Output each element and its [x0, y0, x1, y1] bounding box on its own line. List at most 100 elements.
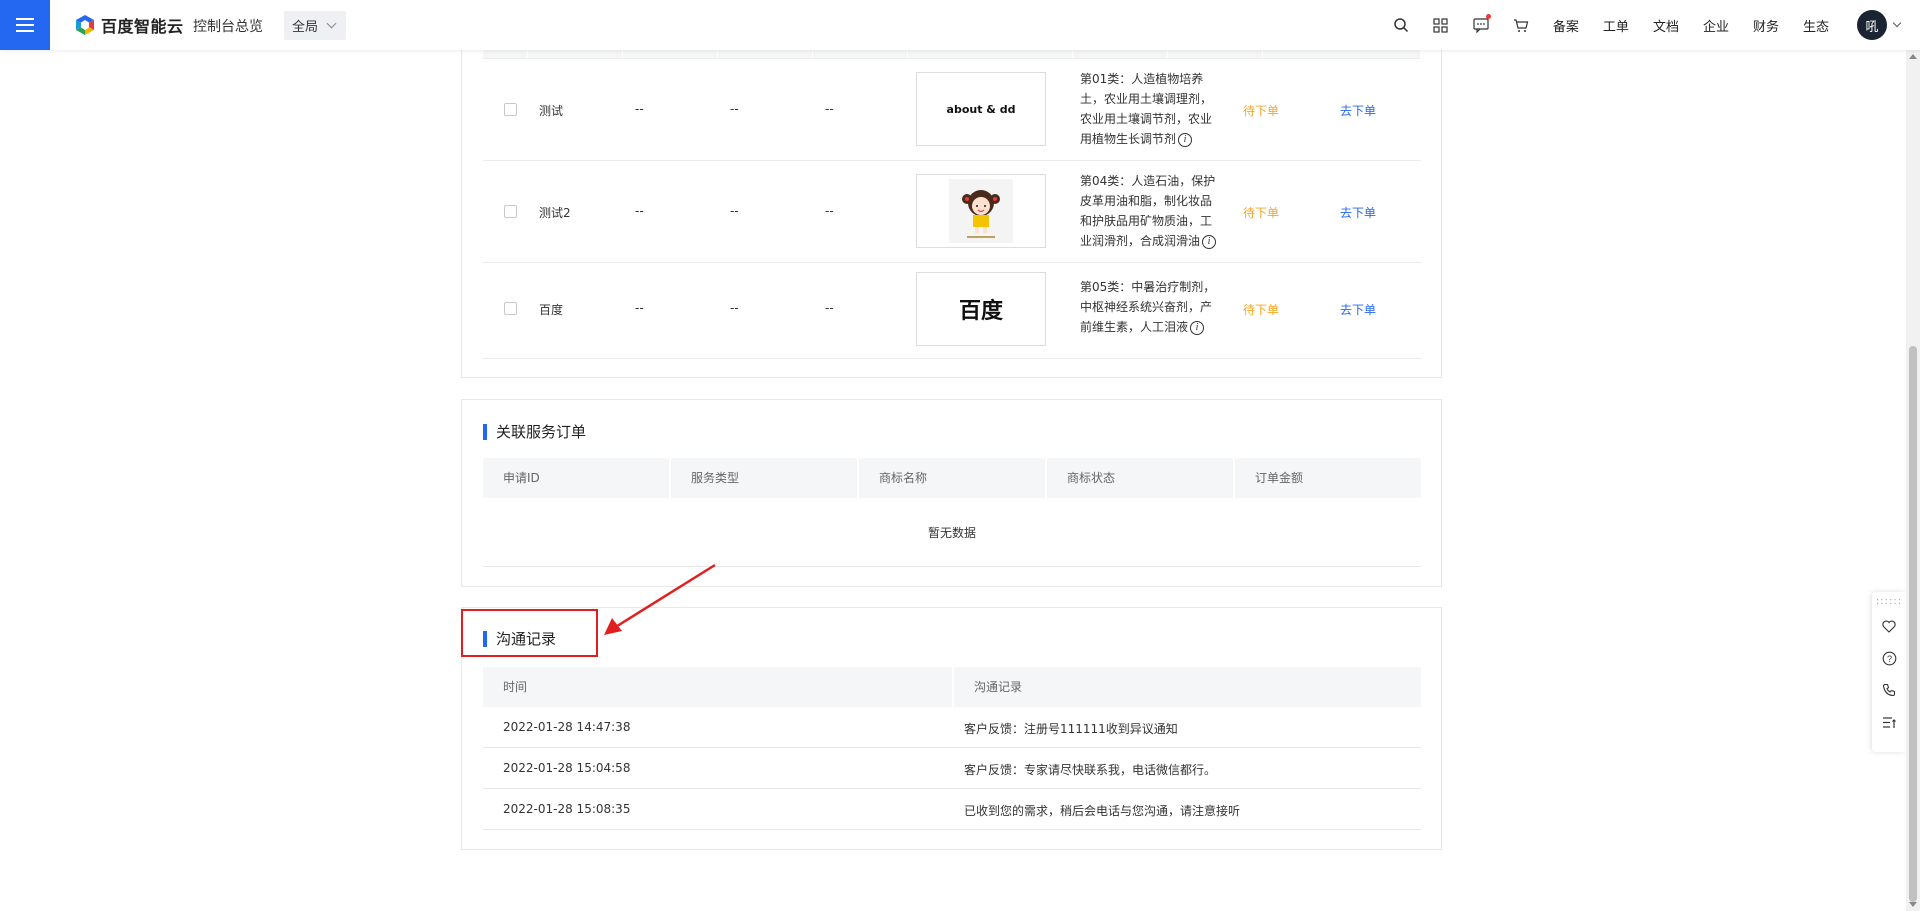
cart-icon[interactable]: [1501, 0, 1541, 50]
trademark-name: 测试: [539, 104, 564, 118]
record-content: 客户反馈：专家请尽快联系我，电话微信都行。: [964, 763, 1217, 777]
scrollbar-thumb[interactable]: [1909, 346, 1917, 902]
info-icon[interactable]: i: [1202, 234, 1217, 249]
category-text: 第01类：人造植物培养土，农业用土壤调理剂，农业用土壤调节剂，农业用植物生长调节…: [1080, 72, 1213, 146]
trademark-image-text: 百度: [958, 299, 1003, 324]
status-badge: 待下单: [1243, 104, 1280, 118]
cell-value: --: [825, 102, 834, 116]
list-icon[interactable]: [1872, 706, 1906, 738]
favorite-icon[interactable]: [1872, 610, 1906, 642]
row-checkbox[interactable]: [504, 302, 517, 315]
table-row: 百度 -- -- -- 百度 第05类：中暑治疗制剂，中枢神经系统兴奋剂，产前维…: [483, 263, 1421, 359]
service-orders-card: 关联服务订单 申请ID 服务类型 商标名称 商标状态 订单金额 暂无数据: [461, 399, 1442, 587]
place-order-link[interactable]: 去下单: [1340, 102, 1376, 119]
place-order-link[interactable]: 去下单: [1340, 204, 1376, 221]
girl-illustration-icon: [949, 179, 1013, 243]
communication-records-card: 沟通记录 时间 沟通记录 2022-01-28 14:47:38 客户反馈：注册…: [461, 607, 1442, 850]
trademark-list-card: 测试 -- -- -- about & dd 第01类：人造植物培养土，农业用土…: [461, 40, 1442, 378]
avatar[interactable]: 吼: [1857, 10, 1887, 40]
cell-value: --: [635, 102, 644, 116]
title-accent-bar: [483, 423, 487, 440]
search-icon[interactable]: [1381, 0, 1421, 50]
cell-value: --: [730, 301, 739, 315]
console-overview-link[interactable]: 控制台总览: [193, 16, 263, 36]
menu-icon[interactable]: [0, 0, 50, 50]
row-checkbox[interactable]: [504, 205, 517, 218]
apps-icon[interactable]: [1421, 0, 1461, 50]
status-badge: 待下单: [1243, 303, 1280, 317]
trademark-image: [916, 174, 1046, 248]
record-content: 已收到您的需求，稍后会电话与您沟通，请注意接听: [964, 804, 1241, 818]
place-order-link[interactable]: 去下单: [1340, 301, 1376, 318]
nav-item-enterprise[interactable]: 企业: [1703, 16, 1729, 35]
nav-item-docs[interactable]: 文档: [1653, 16, 1679, 35]
record-content: 客户反馈：注册号111111收到异议通知: [964, 722, 1178, 736]
info-icon[interactable]: i: [1190, 320, 1205, 335]
trademark-image: 百度: [916, 272, 1046, 346]
empty-state-text: 暂无数据: [927, 526, 976, 540]
cell-value: --: [825, 301, 834, 315]
trademark-name: 测试2: [539, 206, 571, 220]
scroll-up-icon[interactable]: [1909, 54, 1917, 59]
trademark-category: 第05类：中暑治疗制剂，中枢神经系统兴奋剂，产前维生素，人工泪液 i: [1080, 277, 1218, 337]
cell-value: --: [730, 204, 739, 218]
vertical-scrollbar[interactable]: [1906, 50, 1920, 911]
table-row: 2022-01-28 15:04:58 客户反馈：专家请尽快联系我，电话微信都行…: [483, 748, 1421, 789]
table-row: 2022-01-28 15:08:35 已收到您的需求，稍后会电话与您沟通，请注…: [483, 789, 1421, 830]
annotation-highlight-box: [461, 609, 598, 657]
nav-item-ecosystem[interactable]: 生态: [1803, 16, 1829, 35]
phone-icon[interactable]: [1872, 674, 1906, 706]
logo[interactable]: 百度智能云: [74, 13, 184, 37]
section-title: 关联服务订单: [483, 421, 586, 442]
annotation-arrow-icon: [604, 563, 716, 635]
notification-dot: [1485, 14, 1491, 19]
section-title-text: 关联服务订单: [496, 423, 587, 441]
column-header: 商标名称: [859, 458, 1047, 498]
cell-value: --: [635, 204, 644, 218]
trademark-name: 百度: [539, 303, 564, 317]
info-icon[interactable]: i: [1178, 132, 1193, 147]
record-time: 2022-01-28 14:47:38: [503, 720, 631, 734]
record-time: 2022-01-28 15:08:35: [503, 802, 631, 816]
nav-right: 备案 工单 文档 企业 财务 生态 吼: [1381, 0, 1902, 50]
cell-value: --: [635, 301, 644, 315]
scroll-down-icon[interactable]: [1909, 902, 1917, 907]
trademark-image-text: about & dd: [946, 102, 1016, 116]
message-icon[interactable]: [1461, 0, 1501, 50]
status-badge: 待下单: [1243, 206, 1280, 220]
column-header: 服务类型: [671, 458, 859, 498]
category-text: 第04类：人造石油，保护皮革用油和脂，制化妆品和护肤品用矿物质油，工业润滑剂，合…: [1080, 174, 1216, 248]
record-time: 2022-01-28 15:04:58: [503, 761, 631, 775]
nav-item-beian[interactable]: 备案: [1553, 16, 1579, 35]
region-select[interactable]: 全局: [284, 11, 346, 40]
region-select-label: 全局: [292, 20, 319, 35]
column-header: 申请ID: [483, 458, 671, 498]
cell-value: --: [730, 102, 739, 116]
column-header: 订单金额: [1235, 458, 1421, 498]
logo-mark-icon: [76, 15, 94, 35]
floating-toolbar: :::::: ?: [1872, 592, 1906, 752]
logo-text: 百度智能云: [101, 17, 184, 36]
trademark-category: 第01类：人造植物培养土，农业用土壤调理剂，农业用土壤调节剂，农业用植物生长调节…: [1080, 69, 1218, 149]
column-header: 商标状态: [1047, 458, 1235, 498]
help-icon[interactable]: ?: [1872, 642, 1906, 674]
chevron-down-icon[interactable]: [1892, 18, 1902, 28]
top-navigation-bar: 百度智能云 控制台总览 全局 备案 工单 文档 企业 财务 生态 吼: [0, 0, 1920, 50]
drag-handle-icon[interactable]: ::::::: [1872, 592, 1906, 610]
nav-item-ticket[interactable]: 工单: [1603, 16, 1629, 35]
nav-item-finance[interactable]: 财务: [1753, 16, 1779, 35]
table-header: 申请ID 服务类型 商标名称 商标状态 订单金额: [483, 458, 1421, 498]
table-row: 2022-01-28 14:47:38 客户反馈：注册号111111收到异议通知: [483, 707, 1421, 748]
trademark-image: about & dd: [916, 72, 1046, 146]
trademark-table: 测试 -- -- -- about & dd 第01类：人造植物培养土，农业用土…: [483, 40, 1421, 359]
table-header: 时间 沟通记录: [483, 667, 1421, 707]
row-checkbox[interactable]: [504, 103, 517, 116]
column-header: 时间: [483, 667, 954, 707]
trademark-category: 第04类：人造石油，保护皮革用油和脂，制化妆品和护肤品用矿物质油，工业润滑剂，合…: [1080, 171, 1218, 251]
chevron-down-icon: [326, 18, 337, 29]
cell-value: --: [825, 204, 834, 218]
table-row: 测试 -- -- -- about & dd 第01类：人造植物培养土，农业用土…: [483, 59, 1421, 161]
svg-text:?: ?: [1886, 654, 1891, 664]
table-row: 测试2 -- -- -- 第04类：人造石油，保护皮革用油和脂，制化妆品和护肤品…: [483, 161, 1421, 263]
column-header: 沟通记录: [954, 667, 1421, 707]
